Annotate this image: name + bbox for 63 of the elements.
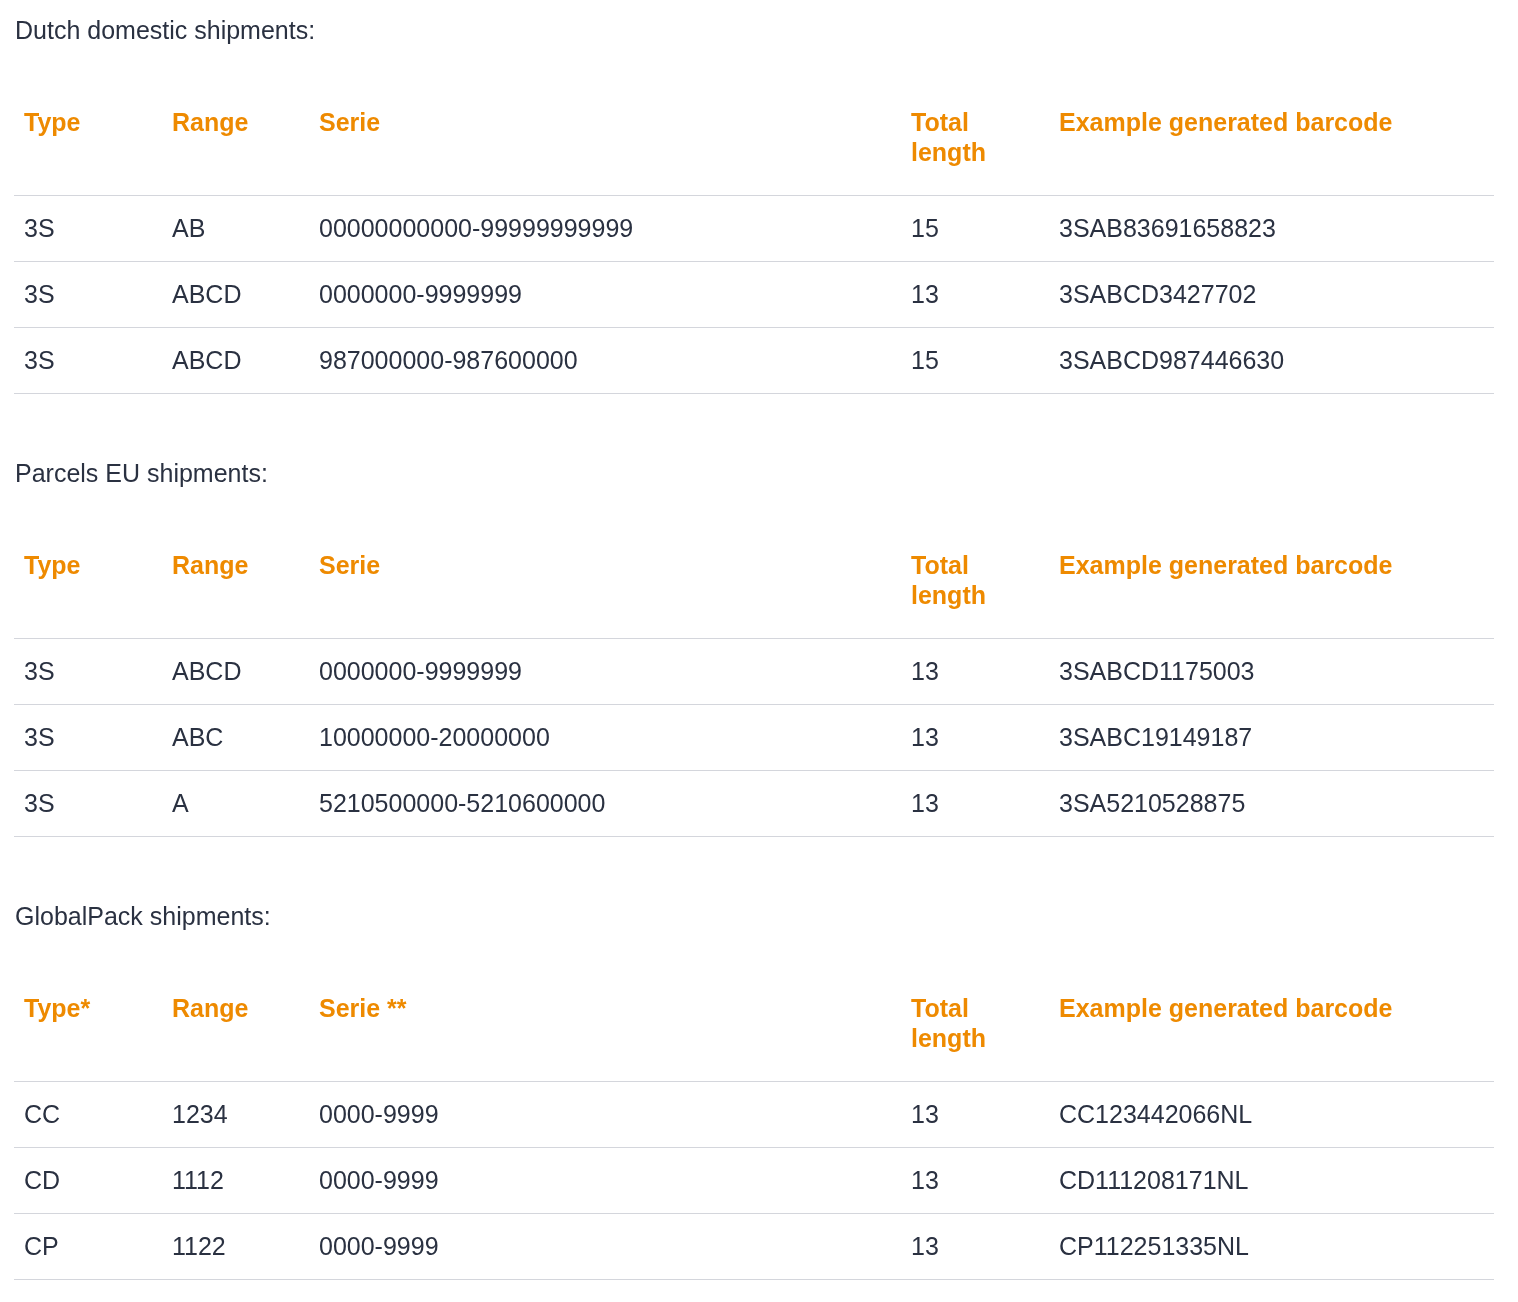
- table-cell: 00000000000-99999999999: [319, 214, 634, 242]
- table-cell: 3SAB83691658823: [1059, 214, 1276, 242]
- table-cell: 13: [911, 1232, 939, 1260]
- table-cell: CC123442066NL: [1059, 1100, 1253, 1128]
- section-heading: Parcels EU shipments:: [14, 458, 269, 488]
- table-cell: 3SABC19149187: [1059, 723, 1253, 751]
- table-cell: CD111208171NL: [1059, 1166, 1249, 1194]
- column-header: Serie: [319, 107, 381, 137]
- table-cell: CD: [24, 1166, 61, 1194]
- table-cell: 0000000-9999999: [319, 657, 522, 685]
- table-cell: 1122: [172, 1232, 226, 1260]
- table-cell: 13: [911, 1166, 939, 1194]
- table-cell: 13: [911, 657, 939, 685]
- table-cell: 3S: [24, 280, 55, 308]
- table-cell: CP112251335NL: [1059, 1232, 1249, 1260]
- table-cell: A: [172, 789, 189, 817]
- column-header: Type: [24, 107, 81, 137]
- table-cell: 987000000-987600000: [319, 346, 578, 374]
- section-heading: GlobalPack shipments:: [14, 901, 272, 931]
- table-cell: 10000000-20000000: [319, 723, 550, 751]
- column-header: Example generated barcode: [1059, 993, 1393, 1023]
- table-cell: 13: [911, 280, 939, 308]
- table-cell: 0000-9999: [319, 1232, 439, 1260]
- table-cell: 3SA5210528875: [1059, 789, 1246, 817]
- table-cell: CC: [24, 1100, 61, 1128]
- column-header: Example generated barcode: [1059, 550, 1393, 580]
- table-cell: AB: [172, 214, 206, 242]
- table-cell: ABCD: [172, 657, 242, 685]
- table-cell: 3SABCD3427702: [1059, 280, 1257, 308]
- table-cell: 3S: [24, 789, 55, 817]
- column-header: Total length: [911, 107, 987, 167]
- column-header: Type*: [24, 993, 91, 1023]
- table-cell: 3S: [24, 214, 55, 242]
- table-cell: 3S: [24, 657, 55, 685]
- column-header: Total length: [911, 993, 987, 1053]
- table-cell: 0000-9999: [319, 1166, 439, 1194]
- table-cell: 13: [911, 723, 939, 751]
- table-cell: ABCD: [172, 280, 242, 308]
- table-cell: 3SABCD987446630: [1059, 346, 1285, 374]
- table-cell: 13: [911, 789, 939, 817]
- table-cell: 3SABCD1175003: [1059, 657, 1255, 685]
- table-cell: 1234: [172, 1100, 228, 1128]
- column-header: Range: [172, 107, 249, 137]
- column-header: Serie: [319, 550, 381, 580]
- table-cell: 3S: [24, 723, 55, 751]
- table-cell: 5210500000-5210600000: [319, 789, 606, 817]
- table-cell: ABC: [172, 723, 224, 751]
- table-cell: 15: [911, 214, 939, 242]
- table-cell: 3S: [24, 346, 55, 374]
- table-cell: ABCD: [172, 346, 242, 374]
- column-header: Type: [24, 550, 81, 580]
- table-cell: CP: [24, 1232, 59, 1260]
- column-header: Example generated barcode: [1059, 107, 1393, 137]
- column-header: Total length: [911, 550, 987, 610]
- section-heading: Dutch domestic shipments:: [14, 15, 317, 45]
- column-header: Range: [172, 993, 249, 1023]
- table-cell: 1112: [172, 1166, 224, 1194]
- table-cell: 0000-9999: [319, 1100, 439, 1128]
- table-cell: 13: [911, 1100, 939, 1128]
- column-header: Range: [172, 550, 249, 580]
- column-header: Serie **: [319, 993, 407, 1023]
- table-cell: 15: [911, 346, 939, 374]
- table-cell: 0000000-9999999: [319, 280, 522, 308]
